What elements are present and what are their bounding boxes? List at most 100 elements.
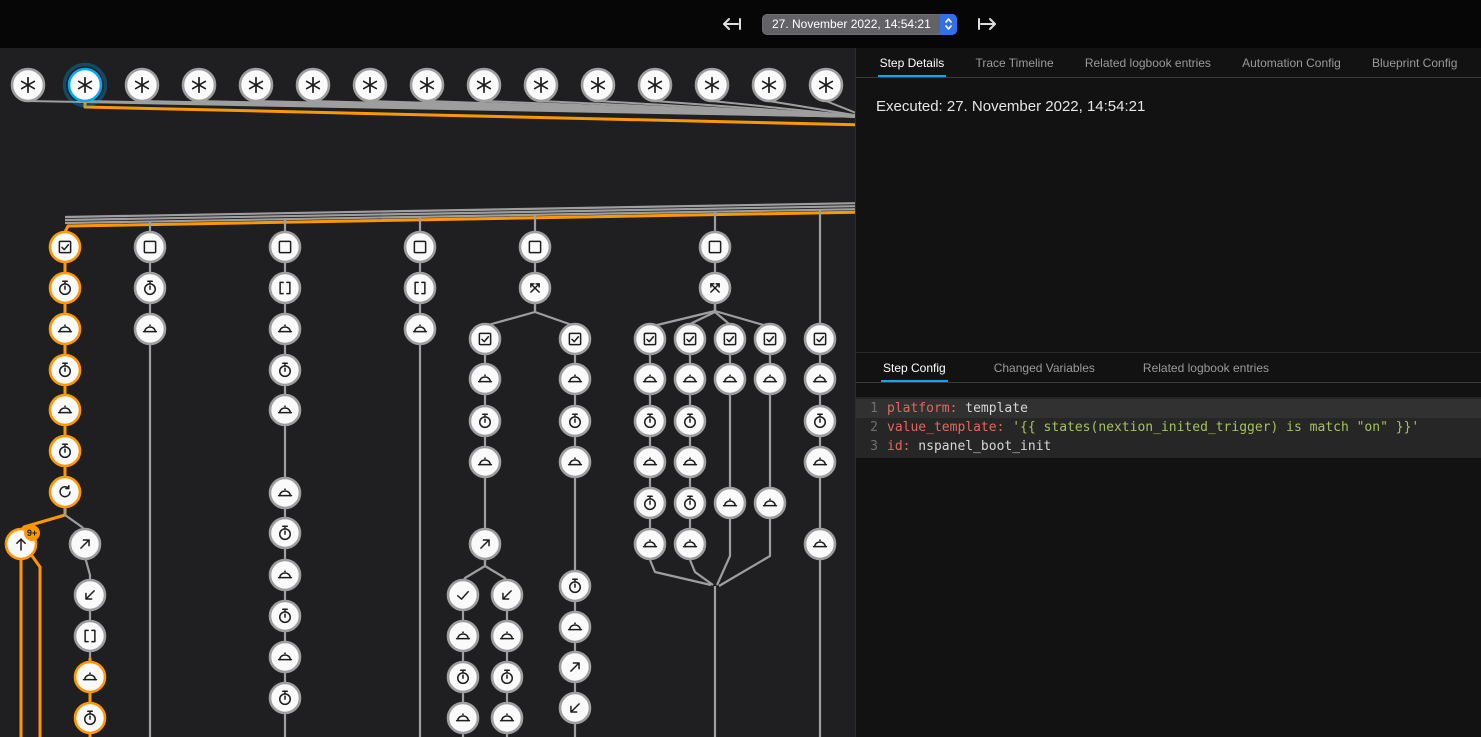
trace-node-timer-icon[interactable] [675, 406, 705, 436]
trace-node-condition-icon[interactable] [470, 324, 500, 354]
trace-node-brackets-icon[interactable] [405, 273, 435, 303]
trace-node-timer-icon[interactable] [135, 273, 165, 303]
trace-node-service-icon[interactable] [448, 703, 478, 733]
trace-node-asterisk-icon[interactable] [126, 69, 158, 101]
trace-node-timer-icon[interactable] [75, 703, 105, 733]
trace-node-asterisk-icon[interactable] [582, 69, 614, 101]
trace-node-square-icon[interactable] [135, 232, 165, 262]
trace-node-timer-icon[interactable] [270, 355, 300, 385]
trace-node-arrow-sw-icon[interactable] [75, 580, 105, 610]
trace-node-timer-icon[interactable] [448, 662, 478, 692]
tab-related-logbook-entries[interactable]: Related logbook entries [1141, 353, 1271, 382]
trace-node-service-icon[interactable] [675, 447, 705, 477]
trace-node-condition-icon[interactable] [635, 324, 665, 354]
trace-node-service-icon[interactable] [635, 447, 665, 477]
trace-node-timer-icon[interactable] [50, 436, 80, 466]
trace-node-asterisk-icon[interactable] [12, 69, 44, 101]
trace-node-service-icon[interactable] [448, 621, 478, 651]
trace-node-service-icon[interactable] [560, 447, 590, 477]
trace-node-brackets-icon[interactable] [75, 621, 105, 651]
trace-node-timer-icon[interactable] [635, 488, 665, 518]
trace-node-timer-icon[interactable] [470, 406, 500, 436]
trace-node-timer-icon[interactable] [270, 518, 300, 548]
trace-node-square-icon[interactable] [405, 232, 435, 262]
trace-node-service-icon[interactable] [270, 642, 300, 672]
trace-node-asterisk-icon[interactable] [810, 69, 842, 101]
trace-node-condition-icon[interactable] [805, 324, 835, 354]
trace-node-service-icon[interactable] [755, 364, 785, 394]
trace-node-timer-icon[interactable] [270, 683, 300, 713]
trace-node-service-icon[interactable] [560, 364, 590, 394]
trace-node-parallel-icon[interactable] [700, 273, 730, 303]
trace-node-timer-icon[interactable] [805, 406, 835, 436]
trace-node-asterisk-icon[interactable] [183, 69, 215, 101]
trace-node-service-icon[interactable] [270, 478, 300, 508]
next-trace-button[interactable] [973, 10, 1001, 38]
trace-node-timer-icon[interactable] [50, 355, 80, 385]
trace-node-asterisk-icon[interactable] [297, 69, 329, 101]
trace-node-asterisk-icon[interactable] [240, 69, 272, 101]
trace-node-service-icon[interactable] [270, 395, 300, 425]
trace-node-arrow-ne-icon[interactable] [560, 652, 590, 682]
trace-node-square-icon[interactable] [270, 232, 300, 262]
trace-node-service-icon[interactable] [805, 529, 835, 559]
trace-node-condition-icon[interactable] [675, 324, 705, 354]
trace-node-timer-icon[interactable] [270, 601, 300, 631]
trace-node-service-icon[interactable] [755, 488, 785, 518]
trace-node-condition-icon[interactable] [715, 324, 745, 354]
trace-node-service-icon[interactable] [75, 662, 105, 692]
trace-node-service-icon[interactable] [470, 447, 500, 477]
trace-node-service-icon[interactable] [492, 621, 522, 651]
trace-node-arrow-up-icon[interactable]: 9+ [6, 525, 40, 559]
trace-node-service-icon[interactable] [560, 612, 590, 642]
trace-node-arrow-ne-icon[interactable] [70, 529, 100, 559]
tab-automation-config[interactable]: Automation Config [1240, 48, 1343, 77]
trace-node-service-icon[interactable] [492, 703, 522, 733]
trace-node-arrow-ne-icon[interactable] [470, 529, 500, 559]
tab-changed-variables[interactable]: Changed Variables [992, 353, 1097, 382]
trace-node-timer-icon[interactable] [492, 662, 522, 692]
tab-blueprint-config[interactable]: Blueprint Config [1370, 48, 1459, 77]
trace-node-service-icon[interactable] [805, 364, 835, 394]
tab-step-config[interactable]: Step Config [881, 353, 948, 382]
trace-node-timer-icon[interactable] [635, 406, 665, 436]
previous-trace-button[interactable] [718, 10, 746, 38]
trace-node-service-icon[interactable] [270, 560, 300, 590]
trace-node-service-icon[interactable] [675, 529, 705, 559]
trace-node-condition-icon[interactable] [560, 324, 590, 354]
trace-node-parallel-icon[interactable] [520, 273, 550, 303]
trace-node-arrow-sw-icon[interactable] [492, 580, 522, 610]
trace-node-arrow-sw-icon[interactable] [560, 693, 590, 723]
trace-node-service-icon[interactable] [135, 314, 165, 344]
trace-node-repeat-icon[interactable] [50, 477, 80, 507]
trace-node-service-icon[interactable] [805, 447, 835, 477]
tab-trace-timeline[interactable]: Trace Timeline [973, 48, 1055, 77]
trace-node-service-icon[interactable] [270, 314, 300, 344]
trace-node-condition-icon[interactable] [755, 324, 785, 354]
trace-selector[interactable]: 27. November 2022, 14:54:21 [762, 14, 957, 35]
trace-node-service-icon[interactable] [50, 314, 80, 344]
trace-node-timer-icon[interactable] [560, 571, 590, 601]
trace-node-asterisk-icon[interactable] [525, 69, 557, 101]
trace-node-service-icon[interactable] [50, 395, 80, 425]
trace-node-service-icon[interactable] [635, 364, 665, 394]
trace-node-asterisk-icon[interactable] [411, 69, 443, 101]
trace-node-brackets-icon[interactable] [270, 273, 300, 303]
trace-node-asterisk-icon[interactable] [753, 69, 785, 101]
trace-node-service-icon[interactable] [715, 364, 745, 394]
trace-node-square-icon[interactable] [520, 232, 550, 262]
trace-node-service-icon[interactable] [635, 529, 665, 559]
tab-step-details[interactable]: Step Details [878, 48, 947, 77]
trace-node-timer-icon[interactable] [675, 488, 705, 518]
trace-node-service-icon[interactable] [405, 314, 435, 344]
trace-node-service-icon[interactable] [675, 364, 705, 394]
trace-node-asterisk-icon[interactable] [696, 69, 728, 101]
trace-node-asterisk-icon[interactable] [639, 69, 671, 101]
trace-node-service-icon[interactable] [470, 364, 500, 394]
trace-node-square-icon[interactable] [700, 232, 730, 262]
trace-node-asterisk-icon[interactable] [468, 69, 500, 101]
trace-node-asterisk-icon[interactable] [65, 65, 106, 106]
trace-node-asterisk-icon[interactable] [354, 69, 386, 101]
tab-related-logbook-entries[interactable]: Related logbook entries [1083, 48, 1213, 77]
trace-node-timer-icon[interactable] [50, 273, 80, 303]
